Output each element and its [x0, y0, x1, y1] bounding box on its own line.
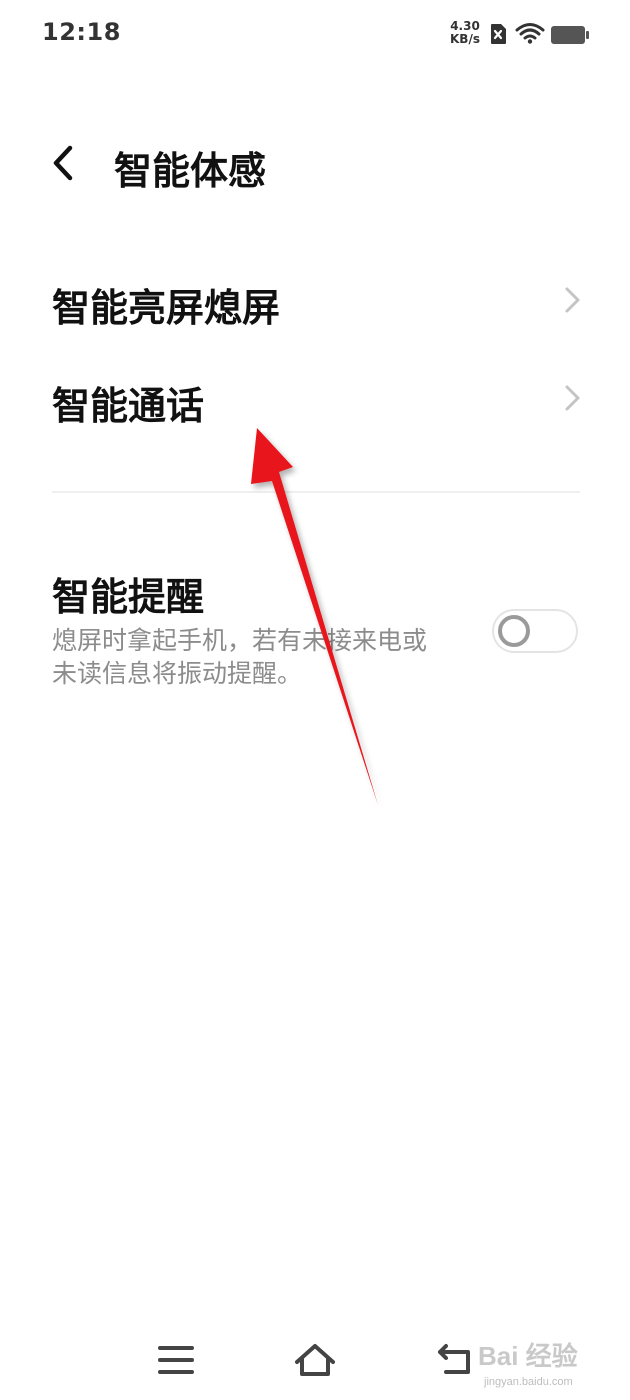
- page-title: 智能体感: [114, 149, 267, 193]
- back-chevron-icon: [53, 145, 73, 181]
- watermark-text: Bai 经验: [478, 1341, 578, 1371]
- status-bar: 12:18 4.30 KB/s: [0, 0, 630, 70]
- sim-off-icon: [491, 24, 506, 44]
- section-divider: [52, 491, 580, 493]
- menu-item-smart-call[interactable]: 智能通话: [0, 353, 630, 443]
- network-speed: 4.30 KB/s: [446, 20, 484, 46]
- network-speed-unit: KB/s: [450, 32, 480, 46]
- page-header: 智能体感: [0, 130, 630, 200]
- home-icon[interactable]: [291, 1338, 339, 1382]
- status-time: 12:18: [42, 18, 121, 46]
- smart-reminder-description: 熄屏时拿起手机，若有未接来电或未读信息将振动提醒。: [52, 626, 428, 688]
- chevron-right-icon: [565, 287, 580, 313]
- menu-item-label: 智能亮屏熄屏: [52, 286, 281, 330]
- baidu-watermark: Bai 经验 jingyan.baidu.com: [478, 1328, 618, 1390]
- battery-icon: [551, 26, 589, 44]
- menu-item-label: 智能通话: [52, 384, 205, 428]
- smart-reminder-setting: 智能提醒 熄屏时拿起手机，若有未接来电或未读信息将振动提醒。: [0, 560, 630, 700]
- annotation-arrow: [251, 428, 378, 805]
- back-button[interactable]: [46, 142, 86, 186]
- smart-reminder-toggle[interactable]: [492, 609, 578, 653]
- menu-icon[interactable]: [152, 1338, 200, 1382]
- watermark-subtext: jingyan.baidu.com: [484, 1376, 573, 1388]
- wifi-icon: [515, 23, 545, 44]
- chevron-right-icon: [565, 385, 580, 411]
- toggle-knob: [498, 615, 530, 647]
- menu-item-smart-screen[interactable]: 智能亮屏熄屏: [0, 255, 630, 345]
- smart-reminder-title: 智能提醒: [52, 575, 205, 619]
- back-icon[interactable]: [432, 1338, 480, 1382]
